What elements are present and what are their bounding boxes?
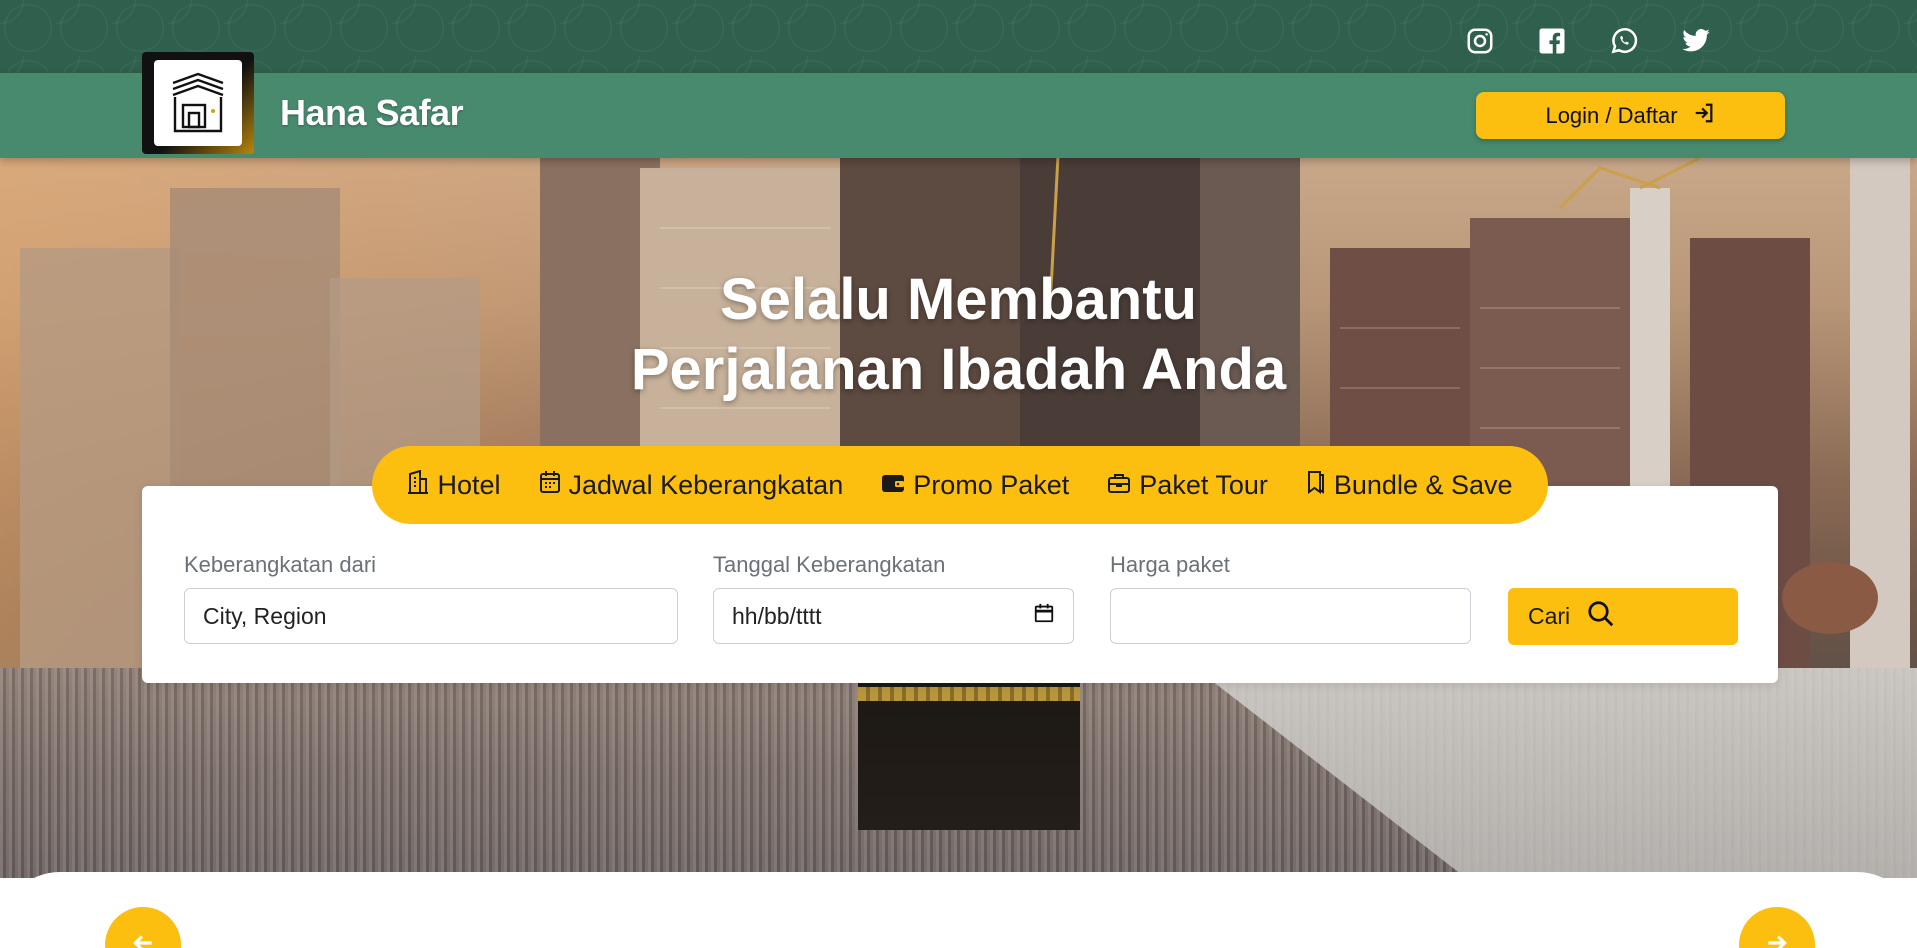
- briefcase-icon: [1107, 470, 1131, 501]
- departure-input[interactable]: City, Region: [184, 588, 678, 644]
- tab-bundle-label: Bundle & Save: [1333, 469, 1513, 500]
- search-icon: [1586, 599, 1616, 635]
- hero-title-line-2: Perjalanan Ibadah Anda: [630, 337, 1287, 402]
- calendar-picker-icon[interactable]: [1033, 602, 1055, 630]
- hotel-icon: [407, 469, 429, 501]
- tab-jadwal-keberangkatan[interactable]: Jadwal Keberangkatan: [539, 469, 844, 501]
- tab-promo-paket[interactable]: Promo Paket: [881, 470, 1069, 501]
- hero-headline: Selalu Membantu Perjalanan Ibadah Anda: [0, 265, 1917, 405]
- tab-hotel-label: Hotel: [437, 469, 501, 500]
- wallet-icon: [881, 470, 905, 501]
- twitter-icon[interactable]: [1679, 24, 1713, 58]
- category-tabs: Hotel Jadwal Keberangkatan Promo Paket P…: [372, 446, 1548, 524]
- login-label: Login / Daftar: [1545, 102, 1678, 128]
- social-links: [1463, 24, 1713, 58]
- price-label: Harga paket: [1110, 552, 1230, 577]
- tab-bundle-save[interactable]: Bundle & Save: [1306, 470, 1513, 501]
- arrow-left-icon: [130, 930, 156, 948]
- date-label: Tanggal Keberangkatan: [713, 552, 946, 577]
- site-logo[interactable]: [142, 52, 254, 154]
- departure-value: City, Region: [203, 602, 327, 629]
- instagram-icon[interactable]: [1463, 24, 1497, 58]
- search-button-label: Cari: [1528, 603, 1571, 629]
- sign-in-icon: [1692, 102, 1716, 130]
- hero-title-line-1: Selalu Membantu: [720, 267, 1197, 332]
- content-panel: [0, 872, 1917, 948]
- tab-paket-tour-label: Paket Tour: [1139, 469, 1268, 500]
- calendar-icon: [539, 470, 561, 501]
- tab-promo-label: Promo Paket: [913, 469, 1070, 500]
- tab-paket-tour[interactable]: Paket Tour: [1107, 470, 1268, 501]
- bookmark-icon: [1306, 470, 1326, 501]
- login-register-button[interactable]: Login / Daftar: [1476, 92, 1785, 139]
- kaaba-logo-icon: [154, 60, 242, 146]
- facebook-icon[interactable]: [1535, 24, 1569, 58]
- top-pattern-bar: [0, 0, 1917, 73]
- departure-label: Keberangkatan dari: [184, 552, 377, 577]
- whatsapp-icon[interactable]: [1607, 24, 1641, 58]
- date-input[interactable]: hh/bb/tttt: [713, 588, 1074, 644]
- price-input[interactable]: [1110, 588, 1471, 644]
- search-button[interactable]: Cari: [1508, 588, 1738, 645]
- tab-jadwal-label: Jadwal Keberangkatan: [568, 469, 844, 500]
- tab-hotel[interactable]: Hotel: [407, 469, 501, 501]
- brand-name[interactable]: Hana Safar: [280, 92, 464, 134]
- date-value: hh/bb/tttt: [732, 602, 822, 629]
- arrow-right-icon: [1764, 930, 1790, 948]
